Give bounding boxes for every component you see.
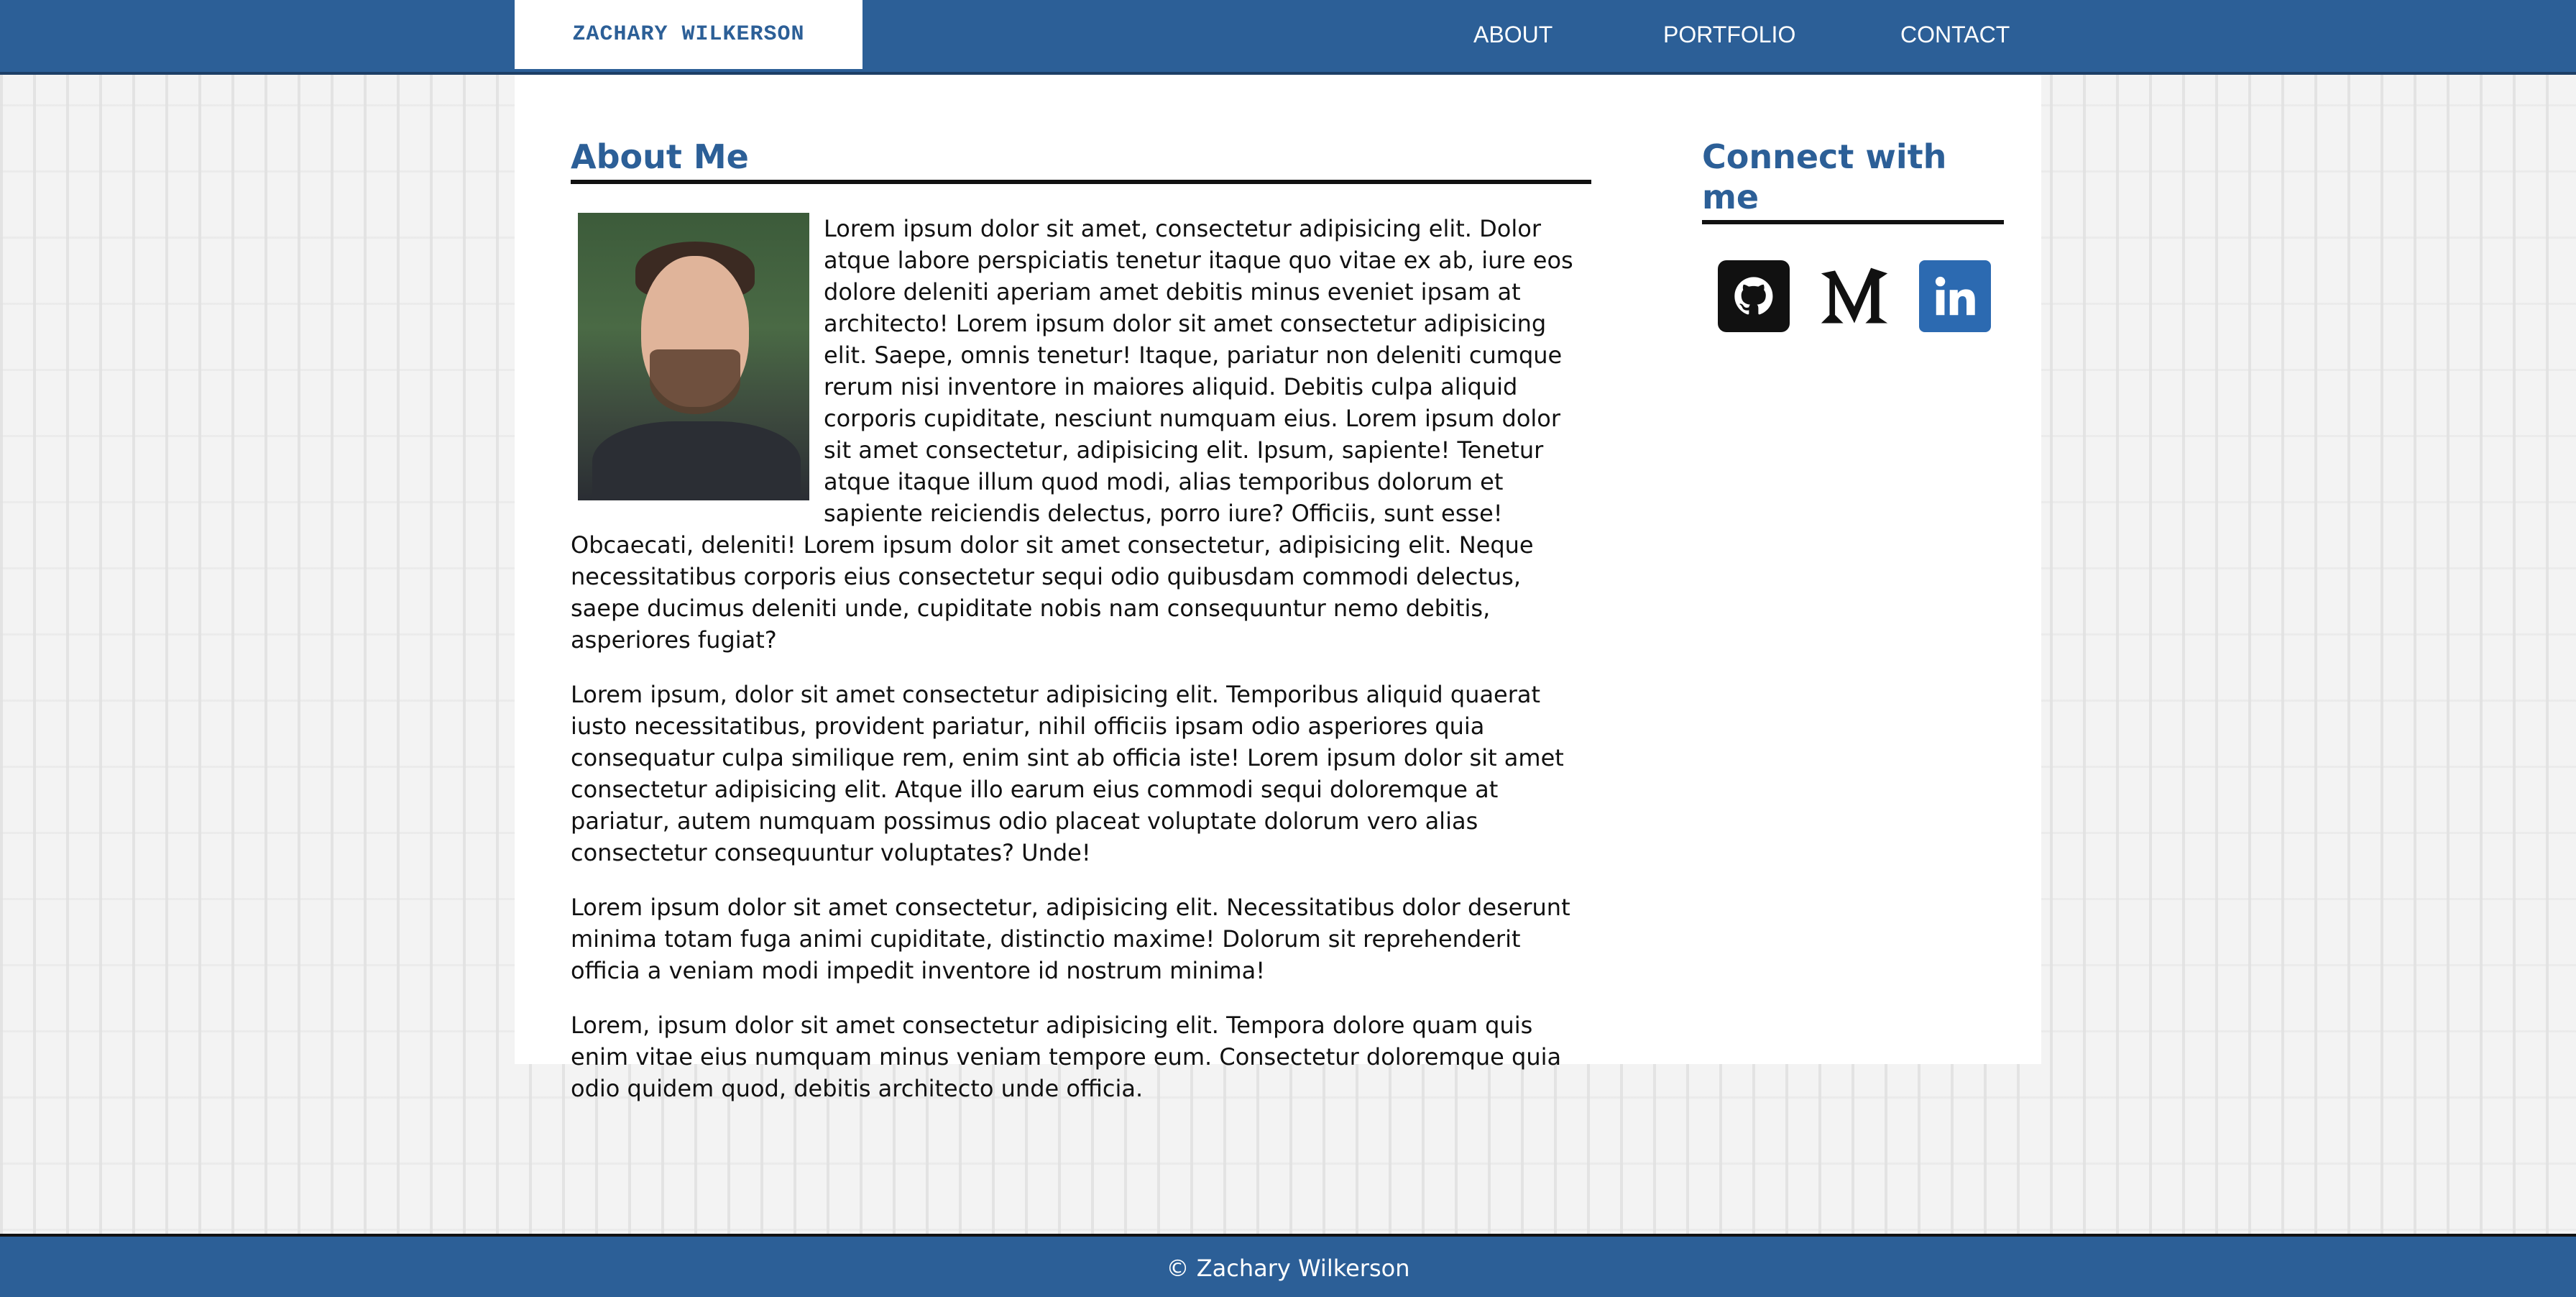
about-section: About Me Lorem ipsum dolor sit amet, con…	[571, 137, 1591, 1127]
photo-jacket	[592, 421, 801, 500]
about-paragraph-2: Lorem ipsum, dolor sit amet consectetur …	[571, 681, 1564, 866]
profile-photo	[578, 213, 809, 500]
nav-item-contact[interactable]: CONTACT	[1900, 0, 2010, 69]
nav-link-contact[interactable]: CONTACT	[1900, 22, 2010, 48]
nav-item-about[interactable]: ABOUT	[1473, 0, 1552, 69]
github-icon	[1734, 277, 1773, 315]
nav-item-portfolio[interactable]: PORTFOLIO	[1663, 0, 1795, 69]
nav-link-portfolio[interactable]: PORTFOLIO	[1663, 22, 1795, 48]
linkedin-icon	[1935, 276, 1975, 316]
about-paragraph-4: Lorem, ipsum dolor sit amet consectetur …	[571, 1012, 1562, 1102]
about-paragraph-3: Lorem ipsum dolor sit amet consectetur, …	[571, 894, 1570, 984]
linkedin-link[interactable]	[1919, 260, 1991, 332]
site-logo[interactable]: ZACHARY WILKERSON	[515, 0, 862, 69]
site-header: ZACHARY WILKERSON ABOUT PORTFOLIO CONTAC…	[0, 0, 2576, 75]
medium-icon	[1821, 267, 1888, 324]
about-title: About Me	[571, 137, 1591, 184]
site-footer: © Zachary Wilkerson	[0, 1234, 2576, 1297]
medium-link[interactable]	[1818, 260, 1890, 332]
photo-beard	[650, 349, 740, 414]
connect-title: Connect with me	[1702, 137, 2004, 224]
connect-section: Connect with me	[1702, 137, 2004, 332]
social-links	[1702, 260, 2004, 332]
nav-link-about[interactable]: ABOUT	[1473, 22, 1552, 48]
about-body: Lorem ipsum dolor sit amet, consectetur …	[571, 213, 1591, 1104]
copyright-text: © Zachary Wilkerson	[1166, 1255, 1410, 1282]
github-link[interactable]	[1718, 260, 1790, 332]
